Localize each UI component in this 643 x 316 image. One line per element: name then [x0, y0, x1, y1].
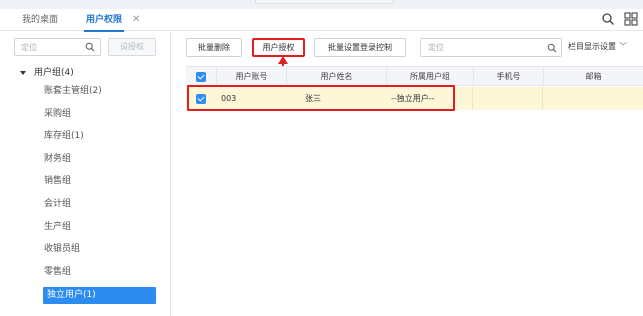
tab-bar: 我的桌面 用户权限 ✕ [0, 9, 643, 32]
tree-item[interactable]: 生产组 [44, 219, 71, 235]
cell-name: 张三 [305, 94, 321, 103]
left-search-input[interactable]: 定位 [14, 38, 101, 56]
batch-delete-button[interactable]: 批量删除 [186, 38, 242, 57]
top-strip [0, 0, 643, 9]
header-email[interactable]: 邮箱 [543, 67, 643, 86]
row-checkbox[interactable] [196, 94, 206, 104]
tree-item[interactable]: 收银员组 [44, 241, 80, 257]
caret-down-icon[interactable] [20, 71, 26, 75]
tree-item[interactable]: 会计组 [44, 196, 71, 212]
search-icon[interactable] [85, 42, 95, 52]
table-row[interactable]: 003 张三 --独立用户-- [186, 87, 643, 110]
select-all-checkbox[interactable] [196, 72, 206, 82]
tree-item[interactable]: 采购组 [44, 106, 71, 122]
tab-user-permissions[interactable]: 用户权限 ✕ [84, 9, 140, 32]
row-divider [542, 87, 543, 110]
left-search-placeholder: 定位 [21, 43, 37, 52]
tree-item[interactable]: 财务组 [44, 151, 71, 167]
tree-root-label: 用户组(4) [34, 68, 74, 78]
table-search-input[interactable]: 定位 [420, 38, 562, 57]
tree-root-user-groups[interactable]: 用户组(4) [20, 66, 74, 80]
header-phone[interactable]: 手机号 [473, 67, 543, 86]
column-settings-dropdown[interactable]: 栏目显示设置 ﹀ [568, 41, 627, 52]
search-icon[interactable] [547, 43, 557, 53]
cell-account: 003 [221, 94, 237, 103]
batch-login-control-button[interactable]: 批量设置登录控制 [314, 38, 406, 57]
user-authorize-button[interactable]: 用户授权 [252, 38, 305, 57]
grant-button[interactable]: 设授权 [108, 38, 156, 56]
tab-close-icon[interactable]: ✕ [132, 9, 140, 31]
cell-group: --独立用户-- [391, 94, 435, 103]
top-notch [255, 0, 394, 4]
tree-item[interactable]: 零售组 [44, 264, 71, 280]
row-divider [472, 87, 473, 110]
tree-item-selected[interactable]: 独立用户(1) [43, 287, 156, 304]
table-header: 用户账号 用户姓名 所属用户组 手机号 邮箱 [186, 66, 643, 86]
tree-item[interactable]: 账套主管组(2) [44, 83, 102, 99]
tree-item[interactable]: 库存组(1) [44, 128, 84, 144]
tab-my-desktop[interactable]: 我的桌面 [22, 9, 58, 31]
tree-item[interactable]: 销售组 [44, 173, 71, 189]
column-settings-label: 栏目显示设置 [568, 42, 616, 51]
search-icon[interactable] [601, 12, 615, 26]
header-account[interactable]: 用户账号 [216, 67, 286, 86]
grid-icon[interactable] [624, 12, 638, 26]
header-group[interactable]: 所属用户组 [386, 67, 473, 86]
tab-user-permissions-label: 用户权限 [86, 15, 123, 25]
table-search-placeholder: 定位 [428, 43, 444, 52]
chevron-down-icon: ﹀ [619, 42, 627, 51]
header-name[interactable]: 用户姓名 [286, 67, 386, 86]
